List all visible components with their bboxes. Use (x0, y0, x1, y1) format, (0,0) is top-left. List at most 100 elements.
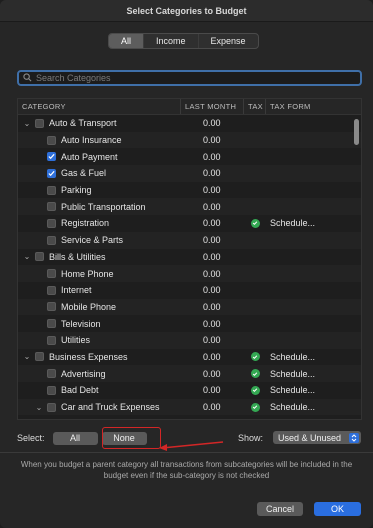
search-input[interactable] (32, 73, 360, 83)
table-row[interactable]: Auto Insurance 0.00 (18, 131, 361, 149)
column-header-last-month[interactable]: LAST MONTH (181, 99, 244, 114)
category-checkbox[interactable] (47, 369, 56, 379)
category-checkbox[interactable] (35, 252, 44, 262)
category-cell: ⌄ Business Expenses (18, 352, 181, 362)
category-name: Bills & Utilities (49, 251, 106, 262)
category-cell: ⌄ Car and Truck Expenses (18, 402, 181, 412)
table-row[interactable]: Internet 0.00 (18, 282, 361, 299)
column-header-tax[interactable]: TAX (244, 99, 266, 114)
table-row[interactable]: Mobile Phone 0.00 (18, 298, 361, 316)
category-checkbox[interactable] (47, 335, 56, 345)
column-header-tax-form[interactable]: TAX FORM (266, 99, 361, 114)
table-scrollbar[interactable] (354, 119, 359, 145)
table-row[interactable]: Home Phone 0.00 (18, 265, 361, 282)
category-name: Auto Insurance (61, 135, 122, 146)
last-month-cell: 0.00 (203, 251, 221, 262)
category-checkbox[interactable] (35, 118, 44, 128)
tab-income[interactable]: Income (144, 34, 199, 48)
tax-form-cell: Schedule... (270, 402, 316, 413)
category-cell: Public Transportation (18, 202, 181, 212)
table-row[interactable]: ⌄ Auto & Transport 0.00 (18, 115, 361, 132)
category-cell: Service & Parts (18, 235, 181, 245)
table-row[interactable]: Television 0.00 (18, 315, 361, 332)
budget-note: When you budget a parent category all tr… (20, 460, 353, 480)
category-checkbox[interactable] (47, 152, 56, 162)
category-cell: Gas & Fuel (18, 168, 181, 178)
table-row[interactable]: Gas & Fuel 0.00 (18, 165, 361, 182)
table-row[interactable]: Parking 0.00 (18, 182, 361, 199)
last-month-cell: 0.00 (203, 168, 221, 179)
tab-expense[interactable]: Expense (199, 34, 258, 48)
category-cell: Auto Insurance (18, 135, 181, 145)
tax-check-icon (250, 369, 260, 379)
table-row[interactable]: ⌄ Business Expenses 0.00 Schedule... (18, 349, 361, 366)
chevron-down-icon[interactable]: ⌄ (22, 252, 32, 261)
category-checkbox[interactable] (47, 202, 56, 212)
table-row[interactable]: ⌄ Bills & Utilities 0.00 (18, 249, 361, 266)
table-header: CATEGORY LAST MONTH TAX TAX FORM (18, 99, 361, 115)
tax-cell (244, 385, 266, 395)
tax-form-cell: Schedule... (270, 351, 316, 362)
last-month-cell: 0.00 (203, 301, 221, 312)
column-header-category[interactable]: CATEGORY (18, 99, 181, 114)
chevron-down-icon[interactable]: ⌄ (34, 403, 44, 412)
table-row[interactable]: Registration 0.00 Schedule... (18, 215, 361, 232)
search-field[interactable] (17, 70, 362, 86)
category-cell: Utilities (18, 335, 181, 345)
category-checkbox[interactable] (47, 269, 56, 279)
show-label: Show: (238, 433, 264, 443)
category-name: Auto & Transport (49, 118, 117, 129)
category-cell: Television (18, 319, 181, 329)
table-row[interactable]: Public Transportation 0.00 (18, 198, 361, 216)
table-body: ⌄ Auto & Transport 0.00 Auto Insurance 0.00 A… (18, 115, 361, 416)
last-month-cell: 0.00 (203, 351, 221, 362)
tab-all[interactable]: All (109, 34, 145, 48)
category-name: Public Transportation (61, 201, 146, 212)
tax-form-cell: Schedule... (270, 218, 316, 229)
last-month-cell: 0.00 (203, 135, 221, 146)
tax-check-icon (250, 218, 260, 228)
chevron-down-icon[interactable]: ⌄ (22, 119, 32, 128)
category-checkbox[interactable] (47, 168, 56, 178)
show-filter-value: Used & Unused (278, 432, 342, 443)
table-row[interactable]: Bad Debt 0.00 Schedule... (18, 382, 361, 399)
category-checkbox[interactable] (35, 352, 44, 362)
category-checkbox[interactable] (47, 135, 56, 145)
category-name: Parking (61, 185, 92, 196)
category-checkbox[interactable] (47, 402, 56, 412)
chevron-down-icon[interactable]: ⌄ (22, 352, 32, 361)
tax-check-icon (250, 402, 260, 412)
search-icon (23, 72, 32, 84)
last-month-cell: 0.00 (203, 201, 221, 212)
category-checkbox[interactable] (47, 218, 56, 228)
cancel-button[interactable]: Cancel (257, 502, 303, 516)
category-cell: Advertising (18, 369, 181, 379)
category-checkbox[interactable] (47, 385, 56, 395)
table-row[interactable]: Auto Payment 0.00 (18, 148, 361, 165)
tax-form-cell: Schedule... (270, 385, 316, 396)
category-checkbox[interactable] (47, 302, 56, 312)
table-row[interactable]: ⌄ Car and Truck Expenses 0.00 Schedule... (18, 398, 361, 416)
ok-button[interactable]: OK (314, 502, 361, 516)
last-month-cell: 0.00 (203, 151, 221, 162)
category-name: Home Phone (61, 268, 114, 279)
last-month-cell: 0.00 (203, 335, 221, 346)
table-row[interactable]: Service & Parts 0.00 (18, 231, 361, 249)
category-checkbox[interactable] (47, 185, 56, 195)
category-cell: ⌄ Auto & Transport (18, 118, 181, 128)
category-filter-tabs: All Income Expense (108, 33, 259, 49)
category-name: Television (61, 318, 101, 329)
category-cell: Internet (18, 285, 181, 295)
select-all-button[interactable]: All (52, 431, 98, 445)
category-cell: Parking (18, 185, 181, 195)
category-checkbox[interactable] (47, 319, 56, 329)
last-month-cell: 0.00 (203, 185, 221, 196)
category-cell: ⌄ Bills & Utilities (18, 252, 181, 262)
last-month-cell: 0.00 (203, 318, 221, 329)
table-row[interactable]: Utilities 0.00 (18, 331, 361, 349)
updown-chevron-icon (349, 432, 359, 443)
show-filter-select[interactable]: Used & Unused (273, 431, 361, 444)
category-checkbox[interactable] (47, 235, 56, 245)
category-checkbox[interactable] (47, 285, 56, 295)
table-row[interactable]: Advertising 0.00 Schedule... (18, 365, 361, 382)
